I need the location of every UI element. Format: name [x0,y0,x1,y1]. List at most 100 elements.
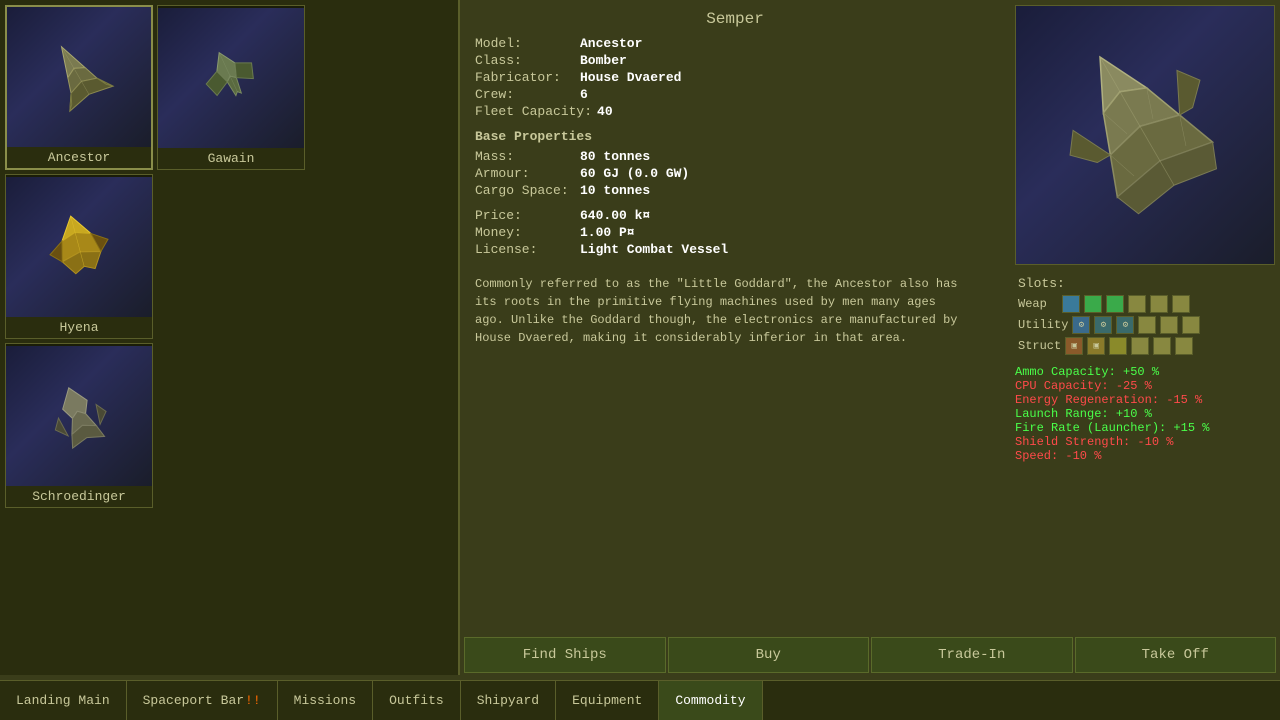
struct-slot-label: Struct [1018,339,1061,353]
util-slot-4 [1138,316,1156,334]
nav-tabs: Landing Main Spaceport Bar!! Missions Ou… [0,680,1280,720]
crew-value: 6 [580,87,588,102]
mod-launch-range: Launch Range: +10 % [1015,407,1275,421]
crew-label: Crew: [475,87,575,102]
tab-missions-label: Missions [294,693,356,708]
info-panel: Semper Model: Ancestor Class: Bomber Fab… [460,0,1010,675]
struct-slot-6 [1175,337,1193,355]
slots-title: Slots: [1018,276,1272,291]
price-label: Price: [475,208,575,223]
tab-missions[interactable]: Missions [278,681,373,720]
weap-slot-6 [1172,295,1190,313]
tab-spaceport-bar-label: Spaceport Bar [143,693,244,708]
mod-cpu: CPU Capacity: -25 % [1015,379,1275,393]
tab-equipment[interactable]: Equipment [556,681,659,720]
tab-shipyard[interactable]: Shipyard [461,681,556,720]
ship-image-gawain [158,8,304,148]
stat-fabricator: Fabricator: House Dvaered [475,70,728,85]
stat-cargo: Cargo Space: 10 tonnes [475,183,728,198]
mod-ammo: Ammo Capacity: +50 % [1015,365,1275,379]
armour-value: 60 GJ (0.0 GW) [580,166,689,181]
stat-license: License: Light Combat Vessel [475,242,728,257]
fabricator-label: Fabricator: [475,70,575,85]
trade-in-button[interactable]: Trade-In [871,637,1073,673]
action-bar: Find Ships Buy Trade-In Take Off [460,635,1280,675]
money-value: 1.00 P¤ [580,225,635,240]
mass-label: Mass: [475,149,575,164]
util-slot-row: Utility ⚙ ⚙ ⚙ [1018,316,1272,334]
buy-button[interactable]: Buy [668,637,870,673]
mass-value: 80 tonnes [580,149,650,164]
struct-slot-5 [1153,337,1171,355]
util-slot-3: ⚙ [1116,316,1134,334]
price-value: 640.00 k¤ [580,208,650,223]
weap-slot-label: Weap [1018,297,1058,311]
ship-label-hyena: Hyena [6,317,152,338]
ship-label-gawain: Gawain [158,148,304,169]
tab-shipyard-label: Shipyard [477,693,539,708]
slots-section: Slots: Weap Utility ⚙ ⚙ ⚙ Struct [1015,273,1275,361]
find-ships-button[interactable]: Find Ships [464,637,666,673]
take-off-button[interactable]: Take Off [1075,637,1277,673]
model-value: Ancestor [580,36,642,51]
ship-preview-large [1015,5,1275,265]
util-slot-label: Utility [1018,318,1068,332]
struct-slot-1: ▣ [1065,337,1083,355]
tab-spaceport-bar[interactable]: Spaceport Bar!! [127,681,278,720]
ship-item-ancestor[interactable]: Ancestor [5,5,153,170]
ship-item-hyena[interactable]: Hyena [5,174,153,339]
weap-slot-5 [1150,295,1168,313]
ship-label-ancestor: Ancestor [7,147,151,168]
ship-label-schroedinger: Schroedinger [6,486,152,507]
ship-image-schroedinger [6,346,152,486]
tab-equipment-label: Equipment [572,693,642,708]
mod-speed: Speed: -10 % [1015,449,1275,463]
tab-landing-main-label: Landing Main [16,693,110,708]
mod-fire-rate: Fire Rate (Launcher): +15 % [1015,421,1275,435]
ship-item-gawain[interactable]: Gawain [157,5,305,170]
stat-armour: Armour: 60 GJ (0.0 GW) [475,166,728,181]
preview-panel: Slots: Weap Utility ⚙ ⚙ ⚙ Struct [1010,0,1280,675]
modifiers-section: Ammo Capacity: +50 % CPU Capacity: -25 %… [1015,365,1275,463]
weap-slot-4 [1128,295,1146,313]
weap-slot-row: Weap [1018,295,1272,313]
tab-outfits[interactable]: Outfits [373,681,461,720]
money-label: Money: [475,225,575,240]
class-value: Bomber [580,53,627,68]
stat-mass: Mass: 80 tonnes [475,149,728,164]
tab-outfits-label: Outfits [389,693,444,708]
stat-model: Model: Ancestor [475,36,728,51]
ship-list-panel: Ancestor Hyena [0,0,460,675]
stats-section: Model: Ancestor Class: Bomber Fabricator… [475,36,995,257]
tab-spaceport-bar-badge: !! [245,693,261,708]
class-label: Class: [475,53,575,68]
fleet-capacity-value: 40 [597,104,613,119]
mod-shield: Shield Strength: -10 % [1015,435,1275,449]
fleet-capacity-label: Fleet Capacity: [475,104,592,119]
struct-slot-3 [1109,337,1127,355]
util-slot-5 [1160,316,1178,334]
stat-money: Money: 1.00 P¤ [475,225,728,240]
base-properties-header: Base Properties [475,129,728,144]
cargo-label: Cargo Space: [475,183,575,198]
stat-price: Price: 640.00 k¤ [475,208,728,223]
ship-item-schroedinger[interactable]: Schroedinger [5,343,153,508]
license-label: License: [475,242,575,257]
tab-commodity-label: Commodity [675,693,745,708]
util-slot-1: ⚙ [1072,316,1090,334]
model-label: Model: [475,36,575,51]
struct-slot-row: Struct ▣ ▣ [1018,337,1272,355]
armour-label: Armour: [475,166,575,181]
ship-image-ancestor [7,7,151,147]
mod-energy: Energy Regeneration: -15 % [1015,393,1275,407]
weap-slot-1 [1062,295,1080,313]
tab-landing-main[interactable]: Landing Main [0,681,127,720]
tab-commodity[interactable]: Commodity [659,681,762,720]
main-container: Ancestor Hyena [0,0,1280,675]
fabricator-value: House Dvaered [580,70,681,85]
util-slot-6 [1182,316,1200,334]
stat-class: Class: Bomber [475,53,728,68]
ship-description: Commonly referred to as the "Little Godd… [475,275,965,347]
struct-slot-2: ▣ [1087,337,1105,355]
cargo-value: 10 tonnes [580,183,650,198]
